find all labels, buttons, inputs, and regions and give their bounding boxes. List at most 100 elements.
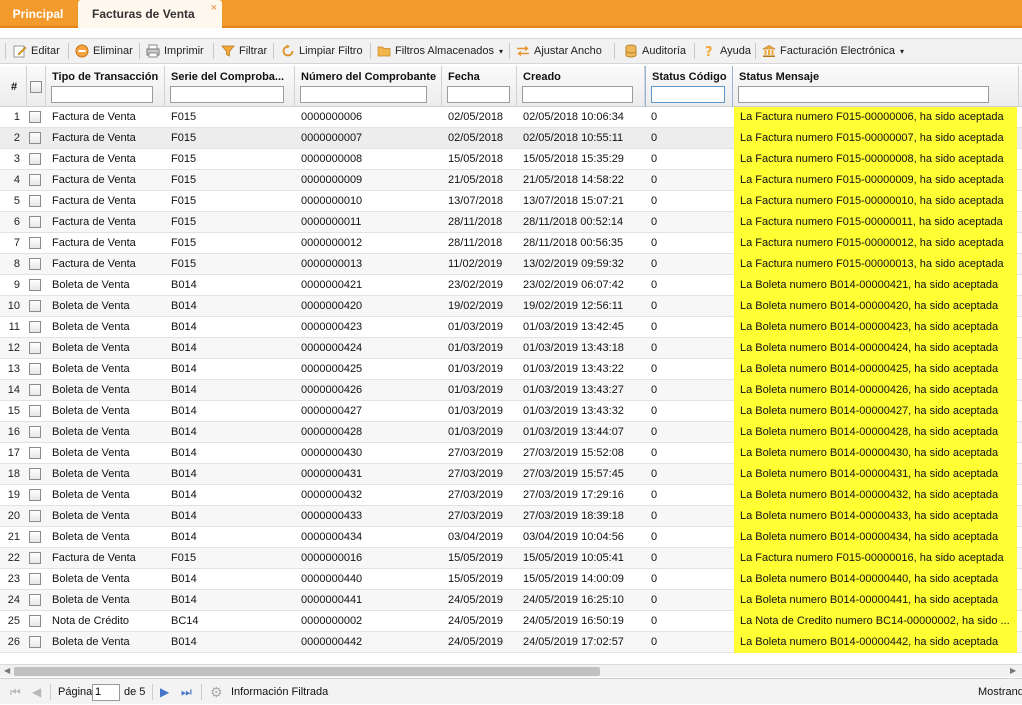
- edit-icon: [13, 45, 27, 58]
- row-checkbox[interactable]: [29, 489, 41, 501]
- row-checkbox[interactable]: [29, 447, 41, 459]
- tab-principal[interactable]: Principal: [0, 0, 76, 28]
- edit-button[interactable]: Editar: [13, 39, 60, 63]
- cell-serie: B014: [171, 363, 197, 375]
- horizontal-scrollbar[interactable]: ◀ ▶: [0, 664, 1022, 677]
- row-checkbox[interactable]: [29, 510, 41, 522]
- row-checkbox[interactable]: [29, 405, 41, 417]
- column-header-fecha[interactable]: Fecha: [442, 66, 517, 107]
- stored-filters-dropdown[interactable]: Filtros Almacenados ▾: [377, 39, 503, 63]
- table-row[interactable]: 18 Boleta de Venta B014 0000000431 27/03/201…: [0, 464, 1022, 485]
- last-page-icon[interactable]: ⏭: [181, 679, 192, 705]
- table-row[interactable]: 21 Boleta de Venta B014 0000000434 03/04/201…: [0, 527, 1022, 548]
- row-checkbox[interactable]: [29, 531, 41, 543]
- row-checkbox[interactable]: [29, 300, 41, 312]
- column-header-tipo[interactable]: Tipo de Transacción: [46, 66, 165, 107]
- filter-input-serie[interactable]: [170, 86, 284, 103]
- filter-input-creado[interactable]: [522, 86, 633, 103]
- column-header-status-codigo[interactable]: Status Código: [645, 66, 733, 107]
- table-row[interactable]: 7 Factura de Venta F015 0000000012 28/11/201…: [0, 233, 1022, 254]
- cell-tipo: Boleta de Venta: [52, 636, 130, 648]
- row-checkbox[interactable]: [29, 258, 41, 270]
- table-row[interactable]: 16 Boleta de Venta B014 0000000428 01/03/201…: [0, 422, 1022, 443]
- row-checkbox[interactable]: [29, 363, 41, 375]
- scroll-left-icon[interactable]: ◀: [4, 666, 10, 675]
- filter-button[interactable]: Filtrar: [221, 39, 267, 63]
- row-checkbox[interactable]: [29, 552, 41, 564]
- row-checkbox[interactable]: [29, 153, 41, 165]
- row-checkbox[interactable]: [29, 321, 41, 333]
- page-number-field[interactable]: [92, 679, 120, 705]
- row-checkbox[interactable]: [29, 384, 41, 396]
- clear-filter-button[interactable]: Limpiar Filtro: [281, 39, 363, 63]
- column-header-numero[interactable]: Número del Comprobante: [295, 66, 442, 107]
- scroll-right-icon[interactable]: ▶: [1010, 666, 1016, 675]
- row-checkbox[interactable]: [29, 111, 41, 123]
- table-row[interactable]: 11 Boleta de Venta B014 0000000423 01/03/201…: [0, 317, 1022, 338]
- table-row[interactable]: 3 Factura de Venta F015 0000000008 15/05/201…: [0, 149, 1022, 170]
- close-icon[interactable]: ×: [211, 0, 217, 22]
- select-all-checkbox[interactable]: [30, 81, 42, 93]
- tab-facturas-de-venta[interactable]: Facturas de Venta ×: [78, 0, 222, 28]
- print-button[interactable]: Imprimir: [146, 39, 204, 63]
- row-checkbox[interactable]: [29, 174, 41, 186]
- cell-status-mensaje: La Factura numero F015-00000013, ha sido…: [734, 254, 1017, 275]
- row-checkbox[interactable]: [29, 426, 41, 438]
- row-checkbox[interactable]: [29, 216, 41, 228]
- adjust-width-button[interactable]: Ajustar Ancho: [516, 39, 602, 63]
- table-row[interactable]: 8 Factura de Venta F015 0000000013 11/02/201…: [0, 254, 1022, 275]
- row-number: 14: [7, 384, 20, 396]
- table-row[interactable]: 26 Boleta de Venta B014 0000000442 24/05/201…: [0, 632, 1022, 653]
- cell-creado: 15/05/2019 10:05:41: [523, 552, 624, 564]
- refresh-icon[interactable]: ⚙: [210, 679, 223, 705]
- filter-input-status-codigo[interactable]: [651, 86, 725, 103]
- help-button[interactable]: ? Ayuda: [702, 39, 751, 63]
- page-number-input[interactable]: [92, 683, 120, 701]
- table-row[interactable]: 6 Factura de Venta F015 0000000011 28/11/201…: [0, 212, 1022, 233]
- row-checkbox[interactable]: [29, 237, 41, 249]
- filter-input-status-mensaje[interactable]: [738, 86, 989, 103]
- scrollbar-thumb[interactable]: [14, 667, 600, 676]
- previous-page-icon[interactable]: ◀: [32, 679, 41, 705]
- table-row[interactable]: 1 Factura de Venta F015 0000000006 02/05/201…: [0, 107, 1022, 128]
- filter-input-numero[interactable]: [300, 86, 427, 103]
- table-row[interactable]: 10 Boleta de Venta B014 0000000420 19/02/201…: [0, 296, 1022, 317]
- table-row[interactable]: 24 Boleta de Venta B014 0000000441 24/05/201…: [0, 590, 1022, 611]
- table-row[interactable]: 14 Boleta de Venta B014 0000000426 01/03/201…: [0, 380, 1022, 401]
- table-row[interactable]: 15 Boleta de Venta B014 0000000427 01/03/201…: [0, 401, 1022, 422]
- table-row[interactable]: 5 Factura de Venta F015 0000000010 13/07/201…: [0, 191, 1022, 212]
- row-checkbox[interactable]: [29, 132, 41, 144]
- audit-button[interactable]: Auditoría: [624, 39, 686, 63]
- table-row[interactable]: 9 Boleta de Venta B014 0000000421 23/02/2019…: [0, 275, 1022, 296]
- delete-button[interactable]: Eliminar: [75, 39, 133, 63]
- table-row[interactable]: 4 Factura de Venta F015 0000000009 21/05/201…: [0, 170, 1022, 191]
- table-row[interactable]: 20 Boleta de Venta B014 0000000433 27/03/201…: [0, 506, 1022, 527]
- next-page-icon[interactable]: ▶: [160, 679, 169, 705]
- first-page-icon[interactable]: ⏮: [10, 679, 21, 705]
- electronic-billing-dropdown[interactable]: Facturación Electrónica ▾: [762, 39, 904, 63]
- row-checkbox[interactable]: [29, 195, 41, 207]
- table-row[interactable]: 12 Boleta de Venta B014 0000000424 01/03/201…: [0, 338, 1022, 359]
- column-header-creado[interactable]: Creado: [517, 66, 645, 107]
- row-checkbox[interactable]: [29, 342, 41, 354]
- row-checkbox[interactable]: [29, 573, 41, 585]
- cell-status-mensaje: La Boleta numero B014-00000432, ha sido …: [734, 485, 1017, 506]
- row-checkbox[interactable]: [29, 468, 41, 480]
- filter-input-fecha[interactable]: [447, 86, 510, 103]
- table-row[interactable]: 2 Factura de Venta F015 0000000007 02/05/201…: [0, 128, 1022, 149]
- table-row[interactable]: 13 Boleta de Venta B014 0000000425 01/03/201…: [0, 359, 1022, 380]
- chevron-down-icon: ▾: [899, 46, 904, 56]
- row-checkbox[interactable]: [29, 615, 41, 627]
- row-checkbox[interactable]: [29, 594, 41, 606]
- table-row[interactable]: 23 Boleta de Venta B014 0000000440 15/05/201…: [0, 569, 1022, 590]
- table-row[interactable]: 17 Boleta de Venta B014 0000000430 27/03/201…: [0, 443, 1022, 464]
- filter-input-tipo[interactable]: [51, 86, 153, 103]
- column-header-status-mensaje[interactable]: Status Mensaje: [733, 66, 1019, 107]
- row-checkbox[interactable]: [29, 636, 41, 648]
- table-row[interactable]: 19 Boleta de Venta B014 0000000432 27/03/201…: [0, 485, 1022, 506]
- column-header-serie[interactable]: Serie del Comproba...: [165, 66, 295, 107]
- table-row[interactable]: 22 Factura de Venta F015 0000000016 15/05/20…: [0, 548, 1022, 569]
- delete-label: Eliminar: [93, 45, 133, 57]
- table-row[interactable]: 25 Nota de Crédito BC14 0000000002 24/05/201…: [0, 611, 1022, 632]
- row-checkbox[interactable]: [29, 279, 41, 291]
